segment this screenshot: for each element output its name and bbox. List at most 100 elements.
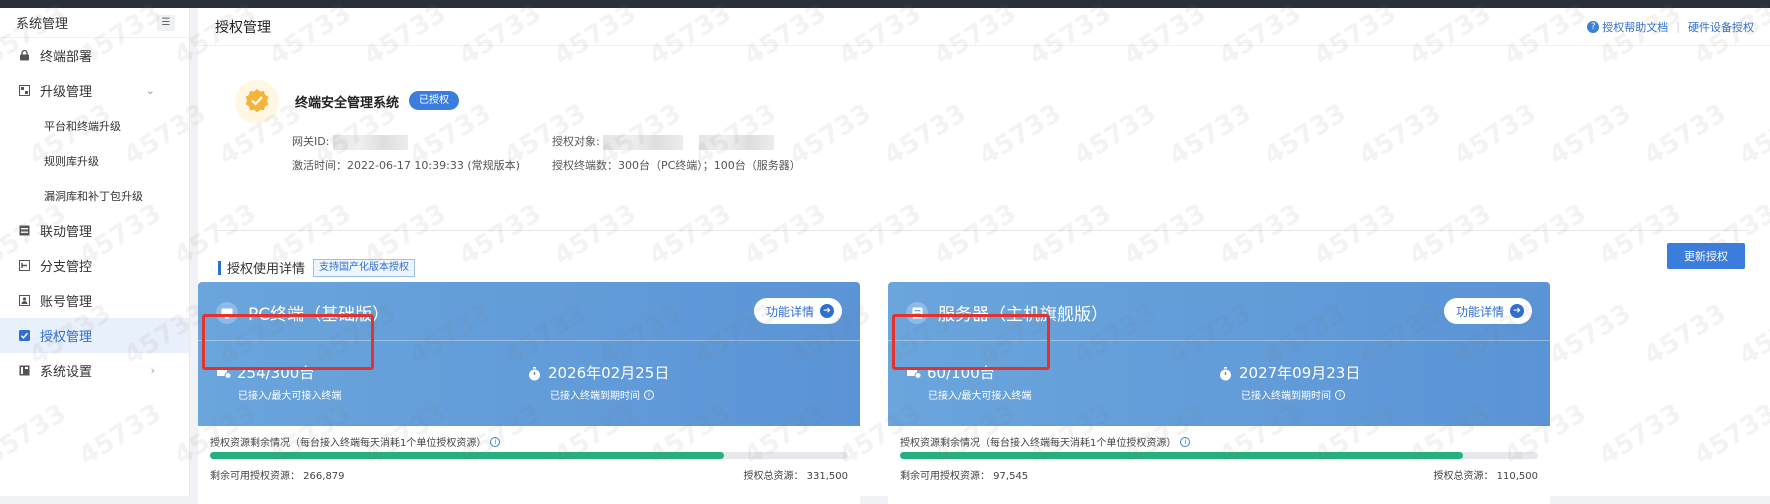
question-icon: ? [1587,20,1600,33]
sidebar-item-license[interactable]: 授权管理 [0,318,189,353]
update-license-button[interactable]: 更新授权 [1667,243,1745,269]
remaining-resources: 剩余可用授权资源： 97,545 [900,471,1029,482]
server-card: 服务器（主机旗舰版） 功能详情 ➔ 60/100台 已接入/最大可接入终端 20… [888,282,1550,504]
total-resources: 授权总资源： 331,500 [743,471,848,482]
expiry-date-value: 2027年09月23日 [1239,364,1361,382]
sidebar-item-upgrade[interactable]: 升级管理 ⌄ [0,73,189,108]
pc-terminal-card: PC终端（基础版） 功能详情 ➔ 254/300台 已接入/最大可接入终端 20… [198,282,860,504]
licensed-terminals: 授权终端数：300台（PC终端）；100台（服务器） [552,159,801,172]
gateway-id-redacted [332,134,408,150]
resource-title-text: 授权资源剩余情况（每台接入终端每天消耗1个单位授权资源） [900,438,1177,449]
divider [218,230,1750,231]
sidebar-item-branch[interactable]: 分支管控 [0,248,189,283]
chevron-right-icon: › [150,364,155,377]
gateway-id-label: 网关ID: [292,135,330,148]
stopwatch-icon [528,366,542,380]
collapse-menu-icon[interactable]: ☰ [157,14,175,31]
feature-details-label: 功能详情 [765,304,814,319]
checkbox-icon [18,330,30,342]
expiry-date-value: 2026年02月25日 [548,364,670,382]
resource-progress-fill [210,452,724,459]
sidebar-item-label: 终端部署 [40,50,93,65]
sidebar: 系统管理 ☰ 终端部署 升级管理 ⌄ 平台和终端升级 规则库升级 漏洞库和补丁包… [0,8,190,496]
license-target-redacted-a [603,134,684,150]
expiry-label-text: 已接入终端到期时间 [1241,391,1331,402]
grid-icon [18,85,30,97]
header-links: ? 授权帮助文档 | 硬件设备授权 [1587,19,1754,35]
link-divider: | [1676,20,1680,33]
arrow-right-icon: ➔ [820,304,834,318]
gateway-id: 网关ID: [292,133,408,150]
stopwatch-icon [1219,366,1233,380]
sidebar-subitem-label: 漏洞库和补丁包升级 [44,189,143,203]
arrow-right-icon: ➔ [1510,304,1524,318]
activation-time: 激活时间：2022-06-17 10:39:33 (常规版本) [292,159,520,172]
resource-progress-bar [210,452,848,459]
license-target-redacted-b [698,134,774,150]
sidebar-header: 系统管理 ☰ [0,8,189,38]
sidebar-item-label: 升级管理 [40,85,93,100]
resource-title: 授权资源剩余情况（每台接入终端每天消耗1个单位授权资源） i [210,434,501,449]
sidebar-subitem-patch-upgrade[interactable]: 漏洞库和补丁包升级 [0,178,189,213]
settings-icon [18,365,30,377]
sidebar-title: 系统管理 [16,17,69,32]
expiry-label-text: 已接入终端到期时间 [550,391,640,402]
feature-details-button[interactable]: 功能详情 ➔ [1443,298,1532,324]
resource-title-text: 授权资源剩余情况（每台接入终端每天消耗1个单位授权资源） [210,438,487,449]
usage-title: 授权使用详情 [227,262,306,277]
expiry-date: 2027年09月23日 [1219,362,1360,383]
license-target-label: 授权对象: [552,135,600,148]
sidebar-item-account[interactable]: 账号管理 [0,283,189,318]
expiry-label: 已接入终端到期时间 i [1241,387,1345,402]
sidebar-item-terminal-deploy[interactable]: 终端部署 [0,38,189,73]
sidebar-item-linkage[interactable]: 联动管理 [0,213,189,248]
sidebar-item-label: 账号管理 [40,295,93,310]
resource-progress-fill [900,452,1464,459]
top-bar [0,0,1770,8]
main-content: 授权管理 ? 授权帮助文档 | 硬件设备授权 终端安全管理系统 已授权 网关ID… [198,8,1770,504]
remaining-resources: 剩余可用授权资源： 266,879 [210,471,345,482]
sidebar-item-settings[interactable]: 系统设置 › [0,353,189,388]
account-icon [18,295,30,307]
title-accent-bar [218,260,221,275]
terminal-count-label: 已接入/最大可接入终端 [238,391,342,402]
sidebar-item-label: 授权管理 [40,330,93,345]
resource-progress-bar [900,452,1538,459]
sidebar-item-label: 联动管理 [40,225,93,240]
usage-section-title: 授权使用详情 支持国产化版本授权 [218,258,416,277]
product-info: 终端安全管理系统 已授权 网关ID: 激活时间：2022-06-17 10:39… [235,80,1435,200]
main-header: 授权管理 ? 授权帮助文档 | 硬件设备授权 [198,8,1770,46]
feature-details-label: 功能详情 [1455,304,1504,319]
page-title: 授权管理 [215,19,271,36]
info-icon[interactable]: i [644,389,654,400]
feature-details-button[interactable]: 功能详情 ➔ [753,298,842,324]
sidebar-subitem-platform-upgrade[interactable]: 平台和终端升级 [0,108,189,143]
highlight-box [892,314,1050,370]
lock-icon [18,50,30,62]
resource-title: 授权资源剩余情况（每台接入终端每天消耗1个单位授权资源） i [900,434,1191,449]
expiry-date: 2026年02月25日 [528,362,669,383]
help-doc-label: 授权帮助文档 [1602,20,1669,34]
server-icon [18,225,30,237]
sidebar-item-label: 分支管控 [40,260,93,275]
license-status-badge: 已授权 [409,91,459,110]
info-icon[interactable]: i [1335,389,1345,400]
sidebar-item-label: 系统设置 [40,365,93,380]
product-name: 终端安全管理系统 [295,96,400,111]
sidebar-subitem-label: 规则库升级 [44,154,99,168]
terminal-count-label: 已接入/最大可接入终端 [928,391,1032,402]
domestic-version-tag: 支持国产化版本授权 [313,258,416,277]
branch-icon [18,260,30,272]
info-icon[interactable]: i [490,436,501,447]
certificate-badge-icon [235,80,279,124]
sidebar-subitem-rules-upgrade[interactable]: 规则库升级 [0,143,189,178]
chevron-down-icon: ⌄ [145,84,155,97]
help-doc-link[interactable]: ? 授权帮助文档 [1587,19,1668,35]
sidebar-subitem-label: 平台和终端升级 [44,119,121,133]
highlight-box [202,314,374,370]
hardware-license-link[interactable]: 硬件设备授权 [1688,19,1754,35]
license-target: 授权对象: [552,133,774,150]
expiry-label: 已接入终端到期时间 i [550,387,654,402]
info-icon[interactable]: i [1180,436,1191,447]
total-resources: 授权总资源： 110,500 [1433,471,1538,482]
